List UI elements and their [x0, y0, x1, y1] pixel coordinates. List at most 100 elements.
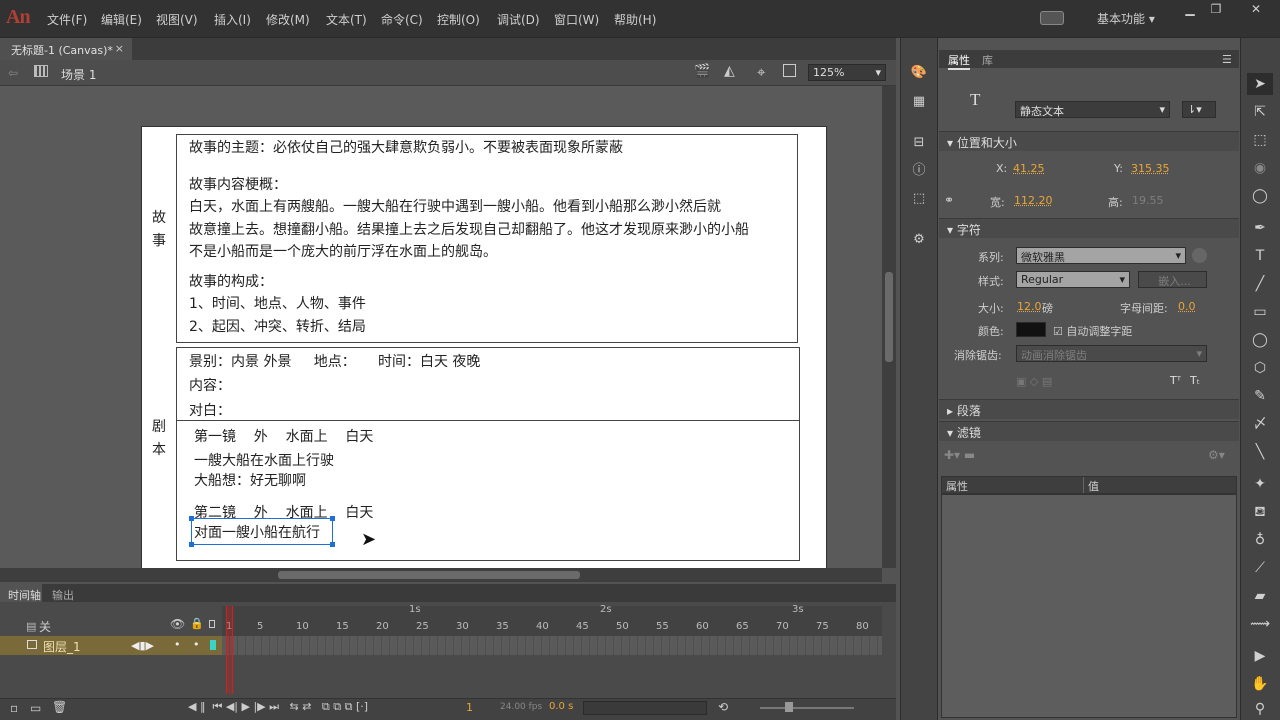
menu-insert[interactable]: 插入(I) [214, 11, 251, 28]
shot1-line[interactable]: 一艘大船在水面上行驶 [194, 450, 334, 470]
menu-control[interactable]: 控制(O) [437, 11, 480, 28]
superscript-icon[interactable]: Tᵀ [1170, 374, 1181, 387]
scroll-thumb[interactable] [278, 571, 580, 579]
menu-window[interactable]: 窗口(W) [554, 11, 599, 28]
story-summary-line[interactable]: 故意撞上去。想撞翻小船。结果撞上去之后发现自己却翻船了。他这才发现原来渺小的小船 [189, 219, 749, 239]
script-dialog-label[interactable]: 对白： [189, 400, 231, 420]
text-orientation-select[interactable]: ⇂▾ [1182, 101, 1216, 118]
story-summary-title[interactable]: 故事内容梗概： [189, 174, 287, 194]
ink-bottle-icon[interactable]: ♁ [1247, 529, 1273, 551]
3d-rotation-icon[interactable]: ◉ [1247, 157, 1273, 179]
pencil-tool-icon[interactable]: ✎ [1247, 385, 1273, 407]
shot1-title[interactable]: 第一镜 外 水面上 白天 [194, 426, 373, 446]
time-value[interactable]: 0.0 s [549, 701, 573, 712]
stage-vertical-scrollbar[interactable] [882, 86, 896, 568]
bone-tool-icon[interactable]: ✦ [1247, 473, 1273, 495]
edit-scene-icon[interactable]: 🎬 [694, 64, 710, 79]
color-palette-icon[interactable]: 🎨 [906, 62, 932, 84]
menu-text[interactable]: 文本(T) [326, 11, 367, 28]
oval-tool-icon[interactable]: ◯ [1247, 329, 1273, 351]
text-tool-icon[interactable]: T [1247, 245, 1273, 267]
shot1-line[interactable]: 大船想：好无聊啊 [194, 470, 306, 490]
loop-icon[interactable]: ⟲ [718, 700, 728, 714]
tab-output[interactable]: 输出 [52, 587, 74, 603]
layer-color-swatch[interactable] [210, 640, 216, 650]
playback-controls[interactable]: ◀ ‖ ⏮ ◀| ▶ |▶ ⏭ ⇆ ⇄ ⧉ ⧉ ⧉ [·] [188, 700, 368, 714]
eye-icon[interactable]: 👁 [170, 617, 185, 631]
minimize-icon[interactable]: ▁ [1180, 2, 1200, 18]
playhead[interactable] [226, 606, 233, 694]
selection-handle[interactable] [330, 516, 335, 521]
back-arrow-icon[interactable]: ⇦ [8, 66, 18, 80]
swatches-grid-icon[interactable]: ▦ [906, 91, 932, 113]
frame-size-slider[interactable] [760, 707, 854, 709]
text-color-swatch[interactable] [1016, 322, 1046, 337]
tab-timeline[interactable]: 时间轴 [0, 584, 42, 602]
zoom-tool-icon[interactable]: ⚲ [1247, 698, 1273, 720]
add-filter-icon[interactable]: ✚▾ ▬ [944, 448, 975, 462]
paint-brush-icon[interactable]: ╲ [1247, 441, 1273, 463]
subscript-icon[interactable]: Tₜ [1190, 374, 1200, 387]
close-window-icon[interactable]: ✕ [1246, 2, 1266, 18]
outline-icon[interactable] [209, 620, 215, 628]
section-position-size[interactable]: ▾ 位置和大小 [939, 131, 1239, 151]
text-type-select[interactable]: 静态文本 ▾ [1015, 101, 1170, 118]
components-icon[interactable]: ⚙ [906, 229, 932, 251]
zoom-select[interactable]: 125% ▾ [808, 64, 886, 81]
font-style-select[interactable]: Regular ▾ [1016, 271, 1130, 288]
eyedropper-icon[interactable]: ⟋ [1247, 557, 1273, 579]
polystar-tool-icon[interactable]: ⬡ [1247, 357, 1273, 379]
filter-settings-icon[interactable]: ⚙▾ [1208, 448, 1225, 462]
section-filters[interactable]: ▾ 滤镜 [939, 421, 1239, 441]
script-header-line[interactable]: 景别：内景 外景 地点： 时间：白天 夜晚 [189, 351, 480, 371]
free-transform-icon[interactable]: ⬚ [1247, 129, 1273, 151]
delete-icon[interactable]: 🗑 [52, 700, 67, 714]
new-layer-icon[interactable]: ▫ [10, 701, 18, 715]
embed-button[interactable]: 嵌入... [1138, 271, 1207, 288]
hand-tool-icon[interactable]: ✋ [1247, 673, 1273, 695]
selection-tool-icon[interactable]: ➤ [1247, 73, 1273, 95]
restore-icon[interactable]: ❐ [1206, 2, 1226, 18]
auto-kern-checkbox[interactable]: ☑ 自动调整字距 [1053, 323, 1132, 339]
selection-handle[interactable] [189, 542, 194, 547]
lock-icon[interactable]: 🔒 [190, 617, 204, 630]
x-value[interactable]: 41.25 [1013, 162, 1045, 175]
workspace-switcher[interactable]: 基本功能 ▾ [1097, 10, 1155, 27]
snap-to-center-icon[interactable]: ⌖ [757, 63, 765, 81]
frames-row[interactable] [222, 636, 882, 655]
lasso-icon[interactable]: ◯ [1247, 185, 1273, 207]
menu-view[interactable]: 视图(V) [156, 11, 198, 28]
close-tab-icon[interactable]: × [115, 42, 124, 55]
menu-edit[interactable]: 编辑(E) [101, 11, 142, 28]
visibility-dot-icon[interactable]: • [174, 638, 181, 651]
paint-bucket-icon[interactable]: ⛾ [1247, 501, 1273, 523]
fps-value[interactable]: 24.00 fps [500, 702, 542, 712]
selection-handle[interactable] [189, 516, 194, 521]
brush-tool-icon[interactable]: 〆 [1247, 413, 1273, 435]
transform-icon[interactable]: ⬚ [906, 188, 932, 210]
camera-tool-icon[interactable]: ▶ [1247, 645, 1273, 667]
size-value[interactable]: 12.0 [1017, 300, 1042, 313]
width-value[interactable]: 112.20 [1014, 194, 1053, 207]
section-paragraph[interactable]: ▸ 段落 [939, 399, 1239, 419]
lock-dot-icon[interactable]: • [193, 638, 200, 651]
link-icon[interactable]: ⚭ [944, 193, 954, 207]
menu-debug[interactable]: 调试(D) [497, 11, 540, 28]
menu-file[interactable]: 文件(F) [47, 11, 87, 28]
scroll-thumb[interactable] [885, 272, 893, 362]
subselection-tool-icon[interactable]: ⇱ [1247, 101, 1273, 123]
current-frame[interactable]: 1 [466, 701, 473, 714]
story-structure-item[interactable]: 2、起因、冲突、转折、结局 [189, 316, 366, 336]
sync-settings-icon[interactable] [1040, 11, 1064, 25]
keyframe-nav-icon[interactable]: ◀▮▶ [131, 639, 154, 652]
story-structure-title[interactable]: 故事的构成： [189, 271, 273, 291]
document-tab[interactable]: 无标题-1 (Canvas)* × [0, 38, 132, 60]
selection-handle[interactable] [330, 542, 335, 547]
story-summary-line[interactable]: 不是小船而是一个庞大的前厅浮在水面上的舰岛。 [189, 241, 497, 261]
letter-spacing-value[interactable]: 0.0 [1178, 300, 1196, 313]
clip-stage-icon[interactable] [783, 64, 796, 77]
width-tool-icon[interactable]: ⟿ [1247, 613, 1273, 635]
script-content-label[interactable]: 内容： [189, 375, 231, 395]
align-icon[interactable]: ⊟ [906, 132, 932, 154]
layer-name[interactable]: 图层_1 [43, 638, 81, 655]
